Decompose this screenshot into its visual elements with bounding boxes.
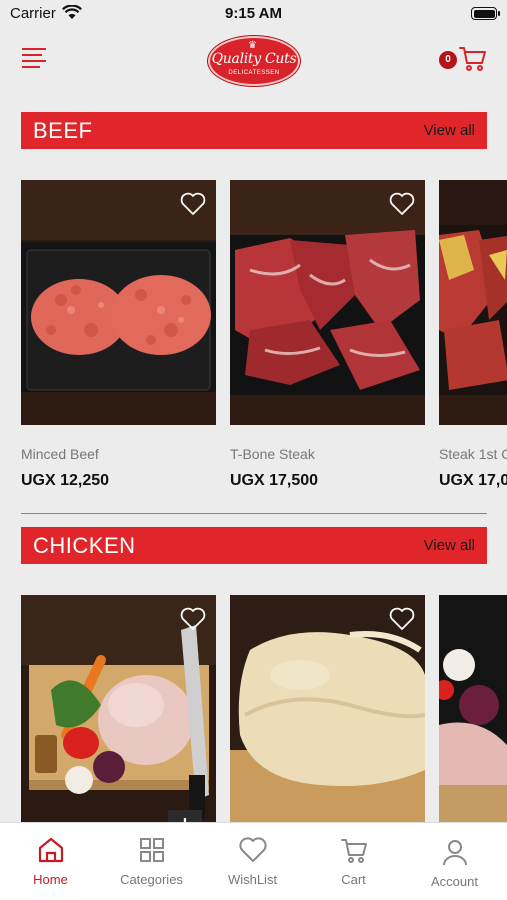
grid-icon <box>140 838 164 862</box>
tab-home[interactable]: Home <box>0 823 101 900</box>
product-card[interactable] <box>230 595 425 822</box>
product-price: UGX 12,250 <box>21 472 110 489</box>
product-name: Steak 1st C <box>439 446 507 462</box>
tab-categories[interactable]: Categories <box>101 823 202 900</box>
bottom-tab-bar: Home Categories WishList Cart Account <box>0 822 507 900</box>
cart-icon <box>341 839 367 863</box>
crown-icon: ♛ <box>248 40 257 51</box>
product-card[interactable]: Minced Beef UGX 12,250 <box>21 180 216 500</box>
cart-icon <box>459 47 486 71</box>
beef-product-row[interactable]: Minced Beef UGX 12,250 T-Bone Steak UGX … <box>0 180 507 500</box>
clock: 9:15 AM <box>225 5 282 22</box>
section-title: CHICKEN <box>33 533 136 558</box>
product-price: UGX 17,500 <box>230 472 319 489</box>
product-name: Minced Beef <box>21 446 99 462</box>
product-image[interactable] <box>21 180 216 425</box>
product-card[interactable]: + <box>21 595 216 822</box>
product-image[interactable] <box>230 595 425 822</box>
product-card[interactable] <box>439 595 507 822</box>
user-icon <box>443 840 467 866</box>
header-cart-button[interactable]: 0 <box>439 46 487 74</box>
wishlist-heart-icon[interactable] <box>389 192 415 216</box>
product-image[interactable] <box>439 595 507 822</box>
product-name: T-Bone Steak <box>230 446 315 462</box>
product-image[interactable] <box>230 180 425 425</box>
product-image[interactable]: + <box>21 595 216 822</box>
view-all-link[interactable]: View all <box>424 122 475 139</box>
logo-tagline: DELICATESSEN <box>228 70 280 76</box>
tab-label: Cart <box>341 872 366 887</box>
product-card[interactable]: Steak 1st C UGX 17,0 <box>439 180 507 500</box>
tab-wishlist[interactable]: WishList <box>202 823 303 900</box>
battery-icon <box>471 7 500 20</box>
section-divider <box>21 513 487 514</box>
product-price: UGX 17,0 <box>439 472 507 489</box>
logo-name: Quality Cuts <box>211 51 297 67</box>
product-image[interactable] <box>439 180 507 425</box>
app-header: ♛ Quality Cuts DELICATESSEN 0 <box>0 30 507 92</box>
heart-icon <box>239 837 267 862</box>
section-header-chicken: CHICKEN View all <box>21 527 487 564</box>
tab-label: Home <box>33 872 68 887</box>
section-header-beef: BEEF View all <box>21 112 487 149</box>
tab-label: Account <box>431 874 478 889</box>
section-title: BEEF <box>33 118 93 143</box>
tab-label: WishList <box>227 872 278 887</box>
add-to-cart-button[interactable]: + <box>168 810 202 822</box>
tab-account[interactable]: Account <box>404 823 505 900</box>
chicken-product-row[interactable]: + <box>0 595 507 822</box>
wishlist-heart-icon[interactable] <box>180 607 206 631</box>
cart-count-badge: 0 <box>439 51 457 69</box>
wishlist-heart-icon[interactable] <box>180 192 206 216</box>
tab-cart[interactable]: Cart <box>303 823 404 900</box>
product-card[interactable]: T-Bone Steak UGX 17,500 <box>230 180 425 500</box>
view-all-link[interactable]: View all <box>424 537 475 554</box>
home-icon <box>38 837 64 863</box>
status-bar: Carrier 9:15 AM <box>0 0 507 28</box>
menu-button[interactable] <box>22 48 46 68</box>
wishlist-heart-icon[interactable] <box>389 607 415 631</box>
brand-logo[interactable]: ♛ Quality Cuts DELICATESSEN <box>208 36 300 86</box>
tab-label: Categories <box>120 872 183 887</box>
